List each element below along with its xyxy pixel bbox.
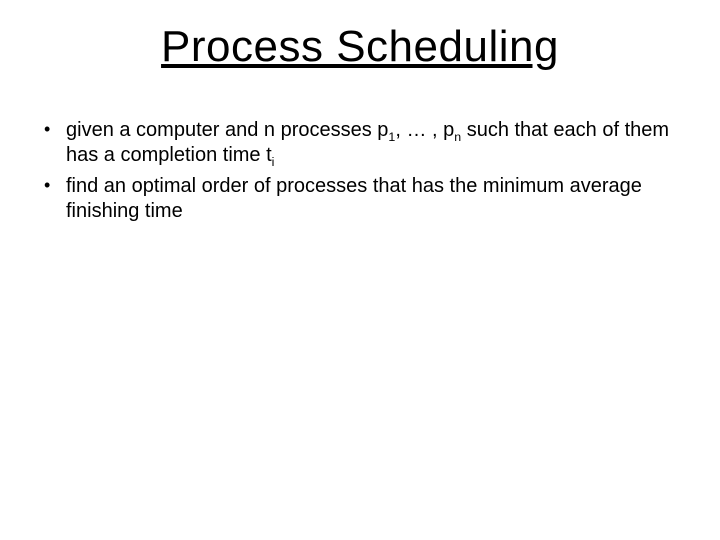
slide-title: Process Scheduling <box>0 22 720 72</box>
bullet-text-fragment: given a computer and n processes p <box>66 119 388 141</box>
bullet-list: given a computer and n processes p1, … ,… <box>38 118 686 224</box>
slide: Process Scheduling given a computer and … <box>0 0 720 540</box>
bullet-item: given a computer and n processes p1, … ,… <box>38 118 686 168</box>
bullet-text: find an optimal order of processes that … <box>66 175 642 222</box>
subscript: i <box>272 155 275 169</box>
bullet-text-fragment: , … , p <box>395 119 454 141</box>
bullet-item: find an optimal order of processes that … <box>38 174 686 224</box>
slide-body: given a computer and n processes p1, … ,… <box>38 118 686 230</box>
